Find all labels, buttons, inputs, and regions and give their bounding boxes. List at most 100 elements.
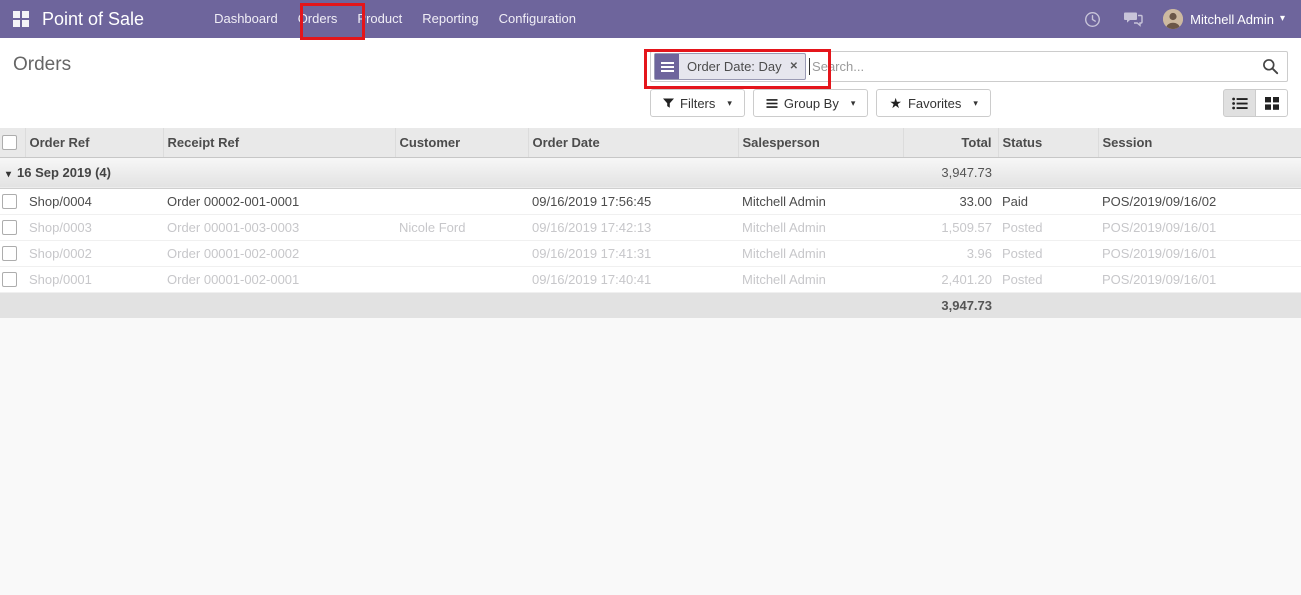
group-by-label: Group By: [784, 96, 839, 111]
table-row[interactable]: Shop/0002 Order 00001-002-0002 09/16/201…: [0, 240, 1301, 266]
cell-receipt-ref: Order 00002-001-0001: [163, 188, 395, 214]
row-checkbox[interactable]: [2, 220, 17, 235]
filters-button[interactable]: Filters ▾: [650, 89, 745, 117]
chevron-down-icon: ▾: [851, 99, 856, 108]
topbar-right: Mitchell Admin ▾: [1062, 9, 1301, 29]
chevron-down-icon: ▾: [973, 99, 978, 108]
cell-total: 3.96: [903, 240, 998, 266]
menu-reporting[interactable]: Reporting: [412, 0, 488, 38]
chevron-down-icon: ▾: [727, 99, 732, 108]
cell-customer: [395, 266, 528, 292]
kanban-grid-icon: [1265, 97, 1279, 110]
view-switcher: [1223, 89, 1288, 117]
app-title: Point of Sale: [42, 9, 144, 30]
col-order-ref[interactable]: Order Ref: [25, 128, 163, 157]
cell-salesperson: Mitchell Admin: [738, 240, 903, 266]
table-row[interactable]: Shop/0004 Order 00002-001-0001 09/16/201…: [0, 188, 1301, 214]
apps-grid-icon[interactable]: [13, 11, 29, 27]
cell-total: 2,401.20: [903, 266, 998, 292]
cell-customer: [395, 240, 528, 266]
menu-orders[interactable]: Orders: [288, 0, 348, 38]
group-row-16-sep-2019[interactable]: ▾16 Sep 2019 (4) 3,947.73: [0, 157, 1301, 188]
menu-configuration[interactable]: Configuration: [489, 0, 586, 38]
search-facet-order-date-day[interactable]: Order Date: Day ✕: [654, 53, 806, 80]
row-checkbox[interactable]: [2, 272, 17, 287]
cell-salesperson: Mitchell Admin: [738, 188, 903, 214]
cell-total: 1,509.57: [903, 214, 998, 240]
table-header: Order Ref Receipt Ref Customer Order Dat…: [0, 128, 1301, 157]
row-checkbox-cell: [0, 214, 25, 240]
cell-customer: [395, 188, 528, 214]
cell-status: Posted: [998, 240, 1098, 266]
menu-dashboard[interactable]: Dashboard: [204, 0, 288, 38]
page-title: Orders: [13, 51, 71, 79]
cell-order-ref: Shop/0001: [25, 266, 163, 292]
bars-icon: [766, 98, 778, 109]
chevron-down-icon: ▾: [1280, 14, 1285, 24]
cell-session: POS/2019/09/16/01: [1098, 240, 1301, 266]
table-row[interactable]: Shop/0003 Order 00001-003-0003 Nicole Fo…: [0, 214, 1301, 240]
search-bar: Order Date: Day ✕: [650, 51, 1288, 82]
row-checkbox[interactable]: [2, 246, 17, 261]
cell-order-date: 09/16/2019 17:56:45: [528, 188, 738, 214]
table-row[interactable]: Shop/0001 Order 00001-002-0001 09/16/201…: [0, 266, 1301, 292]
user-menu[interactable]: Mitchell Admin ▾: [1163, 9, 1285, 29]
col-salesperson[interactable]: Salesperson: [738, 128, 903, 157]
cell-status: Posted: [998, 214, 1098, 240]
cell-customer: Nicole Ford: [395, 214, 528, 240]
star-icon: ★: [889, 96, 902, 110]
search-panel: Order Date: Day ✕ Filters ▾: [650, 51, 1288, 117]
col-receipt-ref[interactable]: Receipt Ref: [163, 128, 395, 157]
pos-orders-page: Point of Sale Dashboard Orders Product R…: [0, 0, 1301, 595]
cell-total: 33.00: [903, 188, 998, 214]
search-icon[interactable]: [1262, 58, 1279, 75]
app-menu: Dashboard Orders Product Reporting Confi…: [204, 0, 586, 38]
filter-buttons: Filters ▾ Group By ▾ ★ Favorites ▾: [650, 89, 991, 117]
cell-salesperson: Mitchell Admin: [738, 214, 903, 240]
cell-session: POS/2019/09/16/02: [1098, 188, 1301, 214]
search-input[interactable]: [810, 59, 1258, 74]
cell-order-ref: Shop/0002: [25, 240, 163, 266]
filters-label: Filters: [680, 96, 715, 111]
cell-order-date: 09/16/2019 17:41:31: [528, 240, 738, 266]
cell-session: POS/2019/09/16/01: [1098, 266, 1301, 292]
cell-order-date: 09/16/2019 17:40:41: [528, 266, 738, 292]
group-by-icon: [655, 54, 679, 79]
select-all-cell: [0, 128, 25, 157]
col-session[interactable]: Session: [1098, 128, 1301, 157]
favorites-button[interactable]: ★ Favorites ▾: [876, 89, 991, 117]
group-expand-caret-icon[interactable]: ▾: [6, 169, 11, 180]
col-order-date[interactable]: Order Date: [528, 128, 738, 157]
row-checkbox-cell: [0, 240, 25, 266]
group-label: 16 Sep 2019 (4): [17, 165, 111, 180]
col-status[interactable]: Status: [998, 128, 1098, 157]
list-icon: [1232, 97, 1248, 110]
col-total[interactable]: Total: [903, 128, 998, 157]
control-panel-row2: Filters ▾ Group By ▾ ★ Favorites ▾: [650, 89, 1288, 117]
row-checkbox-cell: [0, 188, 25, 214]
list-view-button[interactable]: [1223, 89, 1256, 117]
select-all-checkbox[interactable]: [2, 135, 17, 150]
facet-remove-icon[interactable]: ✕: [790, 62, 798, 72]
cell-session: POS/2019/09/16/01: [1098, 214, 1301, 240]
facet-label: Order Date: Day: [679, 59, 784, 74]
orders-table: Order Ref Receipt Ref Customer Order Dat…: [0, 128, 1301, 318]
activities-clock-icon[interactable]: [1084, 11, 1101, 28]
cell-receipt-ref: Order 00001-003-0003: [163, 214, 395, 240]
col-customer[interactable]: Customer: [395, 128, 528, 157]
row-checkbox-cell: [0, 266, 25, 292]
filter-funnel-icon: [663, 98, 674, 109]
cell-status: Paid: [998, 188, 1098, 214]
favorites-label: Favorites: [908, 96, 961, 111]
row-checkbox[interactable]: [2, 194, 17, 209]
control-panel: Orders Order Date: Day ✕ Filter: [0, 38, 1301, 128]
orders-table-body: ▾16 Sep 2019 (4) 3,947.73 Shop/0004 Orde…: [0, 157, 1301, 292]
cell-salesperson: Mitchell Admin: [738, 266, 903, 292]
group-by-button[interactable]: Group By ▾: [753, 89, 868, 117]
messages-chat-icon[interactable]: [1123, 11, 1143, 27]
kanban-view-button[interactable]: [1255, 89, 1288, 117]
avatar: [1163, 9, 1183, 29]
table-footer: 3,947.73: [0, 292, 1301, 318]
cell-order-ref: Shop/0003: [25, 214, 163, 240]
menu-product[interactable]: Product: [347, 0, 412, 38]
